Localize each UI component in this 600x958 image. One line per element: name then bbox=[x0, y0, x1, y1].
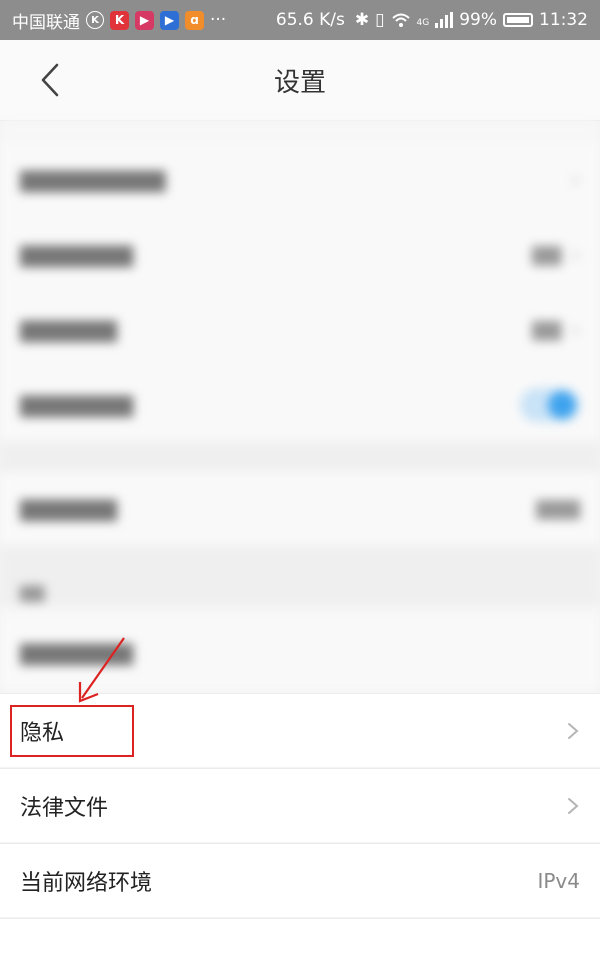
blurred-section-header: ▇▇ bbox=[20, 583, 45, 602]
blurred-settings-region: ▇▇▇▇▇▇▇▇▇ › ▇▇▇▇▇▇▇ ▇▇ › ▇▇▇▇▇▇ ▇▇ › ▇▇▇… bbox=[0, 121, 600, 691]
chevron-right-icon bbox=[568, 722, 579, 739]
highlight-box bbox=[10, 705, 134, 757]
status-bar-right: ✱ ▯ 4G 99% 11:32 bbox=[355, 10, 588, 30]
status-bar: 中国联通 K K ▶ ▶ ɑ ··· 65.6 K/s ✱ ▯ 4G 99% 1… bbox=[0, 0, 600, 40]
wifi-icon bbox=[391, 13, 410, 27]
squirrel-browser-icon: ɑ bbox=[185, 10, 204, 30]
blurred-text: ▇▇▇▇▇▇▇ bbox=[20, 243, 134, 267]
row-label-network: 当前网络环境 bbox=[20, 870, 153, 896]
blurred-value: ▇▇▇ bbox=[536, 498, 580, 520]
blurred-value: ▇▇ bbox=[531, 319, 562, 341]
nav-bar: 设置 bbox=[0, 40, 600, 121]
blurred-row: ▇▇▇▇▇▇▇ ▇▇ › bbox=[0, 218, 600, 292]
network-environment-row[interactable]: 当前网络环境 IPv4 bbox=[0, 843, 600, 917]
blurred-toggle bbox=[520, 388, 580, 422]
more-notifications-icon: ··· bbox=[210, 10, 227, 30]
blurred-chevron: › bbox=[571, 242, 580, 268]
network-speed: 65.6 K/s bbox=[275, 10, 345, 30]
blurred-chevron: › bbox=[571, 317, 580, 343]
kuaishou-app-icon: K bbox=[110, 10, 129, 30]
chevron-right-icon bbox=[568, 797, 579, 814]
k-circle-icon: K bbox=[86, 11, 104, 29]
blurred-value: ▇▇ bbox=[531, 244, 562, 266]
row-value-network: IPv4 bbox=[537, 868, 580, 893]
blurred-text: ▇▇▇▇▇▇▇▇▇ bbox=[20, 168, 166, 192]
red-arrow-annotation bbox=[78, 637, 125, 703]
legal-documents-row[interactable]: 法律文件 bbox=[0, 768, 600, 842]
blurred-chevron: › bbox=[571, 167, 580, 193]
row-label-legal: 法律文件 bbox=[20, 795, 109, 821]
blurred-row: ▇▇▇▇▇▇ ▇▇▇ bbox=[0, 472, 600, 546]
status-bar-left: 中国联通 K K ▶ ▶ ɑ ··· bbox=[12, 8, 226, 33]
carrier-label: 中国联通 bbox=[12, 12, 80, 33]
blurred-text: ▇▇▇▇▇▇ bbox=[20, 318, 117, 342]
blurred-row: ▇▇▇▇▇▇▇▇▇ › bbox=[0, 143, 600, 217]
battery-percent: 99% bbox=[459, 10, 497, 30]
blurred-gap bbox=[0, 546, 600, 606]
player-app-icon: ▶ bbox=[160, 10, 179, 30]
blurred-row: ▇▇▇▇▇▇ ▇▇ › bbox=[0, 293, 600, 367]
page-title: 设置 bbox=[273, 68, 326, 98]
bluetooth-icon: ✱ bbox=[354, 10, 370, 30]
partial-row[interactable] bbox=[0, 918, 600, 958]
battery-icon bbox=[503, 13, 533, 27]
video-app-icon: ▶ bbox=[135, 10, 154, 30]
clock: 11:32 bbox=[539, 10, 588, 30]
vibrate-icon: ▯ bbox=[375, 10, 385, 30]
blurred-gap bbox=[0, 442, 600, 472]
blurred-row: ▇▇▇▇▇▇▇ bbox=[0, 368, 600, 442]
blurred-text: ▇▇▇▇▇▇ bbox=[20, 497, 117, 521]
signal-icon bbox=[435, 12, 454, 28]
network-type-label: 4G bbox=[416, 18, 430, 28]
blurred-text: ▇▇▇▇▇▇▇ bbox=[20, 393, 134, 417]
